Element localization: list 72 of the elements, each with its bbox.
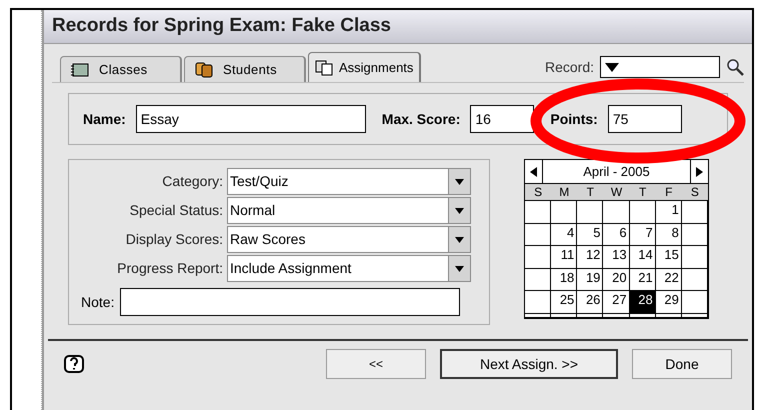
- field-label: Progress Report:: [116, 259, 224, 278]
- dropdown[interactable]: Raw Scores: [227, 226, 471, 253]
- dropdown[interactable]: Test/Quiz: [227, 168, 471, 195]
- day-cell[interactable]: 4: [551, 224, 578, 246]
- name-field[interactable]: Essay: [136, 105, 366, 133]
- tab[interactable]: Classes: [60, 56, 182, 82]
- day-cell[interactable]: 25: [551, 291, 578, 314]
- caret-icon: [605, 62, 619, 72]
- search-icon[interactable]: [726, 58, 744, 76]
- weekday-label: T: [586, 184, 596, 200]
- weekday-label: M: [558, 184, 570, 200]
- day-cell[interactable]: 15: [656, 246, 682, 268]
- notebook-icon: [71, 62, 89, 76]
- record-dropdown[interactable]: [600, 56, 720, 78]
- help-icon[interactable]: [64, 355, 84, 373]
- field-label: Display Scores:: [124, 230, 224, 249]
- faces-icon: [195, 62, 213, 78]
- day-cell[interactable]: 11: [551, 246, 578, 268]
- dropdown-arrow-button[interactable]: [448, 169, 470, 194]
- tab[interactable]: Assignments: [308, 52, 422, 82]
- record-label: Record:: [544, 58, 594, 76]
- dialog-button[interactable]: Done: [632, 349, 732, 379]
- day-cell[interactable]: 14: [630, 246, 656, 268]
- right-triangle-icon: [696, 166, 703, 176]
- dialog-button[interactable]: Next Assign. >>: [440, 349, 618, 379]
- day-cell[interactable]: 8: [656, 224, 682, 246]
- day-cell[interactable]: 19: [577, 268, 604, 291]
- day-cell[interactable]: 13: [603, 246, 630, 268]
- day-cell[interactable]: 5: [577, 224, 604, 246]
- name-label: Name:: [83, 110, 126, 128]
- note-field[interactable]: [120, 288, 460, 316]
- day-cell[interactable]: 28: [630, 291, 656, 314]
- day-cell[interactable]: 26: [577, 291, 604, 314]
- dropdown-arrow-button[interactable]: [448, 198, 470, 223]
- caret-icon: [455, 208, 464, 214]
- dropdown-arrow-button[interactable]: [448, 227, 470, 252]
- weekday-label: W: [610, 184, 624, 200]
- dropdown-arrow-button[interactable]: [448, 256, 470, 281]
- tab[interactable]: Students: [184, 56, 306, 82]
- field-label: Special Status:: [128, 201, 224, 220]
- window-title: Records for Spring Exam: Fake Class: [44, 10, 752, 44]
- dropdown[interactable]: Normal: [227, 197, 471, 224]
- caret-icon: [455, 266, 464, 272]
- dialog-button[interactable]: <<: [326, 349, 426, 379]
- day-cell[interactable]: 22: [656, 268, 682, 291]
- max-score-label: Max. Score:: [382, 110, 460, 128]
- dropdown-value: Include Assignment: [229, 259, 352, 278]
- day-cell[interactable]: 20: [603, 268, 630, 291]
- left-triangle-icon: [530, 166, 537, 176]
- points-label: Points:: [550, 110, 598, 128]
- day-cell[interactable]: 12: [577, 246, 604, 268]
- weekday-label: S: [533, 184, 544, 200]
- weekday-label: F: [664, 184, 674, 200]
- day-cell[interactable]: 29: [656, 291, 682, 314]
- day-cell[interactable]: 7: [630, 224, 656, 246]
- weekday-label: S: [690, 184, 700, 200]
- dropdown-value: Raw Scores: [229, 230, 306, 249]
- day-cell[interactable]: 1: [656, 201, 682, 224]
- dropdown[interactable]: Include Assignment: [227, 255, 471, 282]
- field-label: Category:: [161, 172, 224, 191]
- caret-icon: [455, 178, 464, 184]
- points-field[interactable]: 75: [608, 105, 682, 133]
- dropdown-value: Normal: [229, 201, 276, 220]
- weekday-label: T: [638, 184, 648, 200]
- max-score-field[interactable]: 16: [470, 105, 534, 133]
- day-cell[interactable]: 18: [551, 268, 578, 291]
- pages-icon: [315, 60, 333, 76]
- caret-icon: [455, 236, 464, 242]
- dropdown-value: Test/Quiz: [229, 172, 290, 191]
- note-label: Note:: [81, 292, 114, 312]
- month-label: April - 2005: [582, 163, 651, 181]
- day-cell[interactable]: 6: [603, 224, 630, 246]
